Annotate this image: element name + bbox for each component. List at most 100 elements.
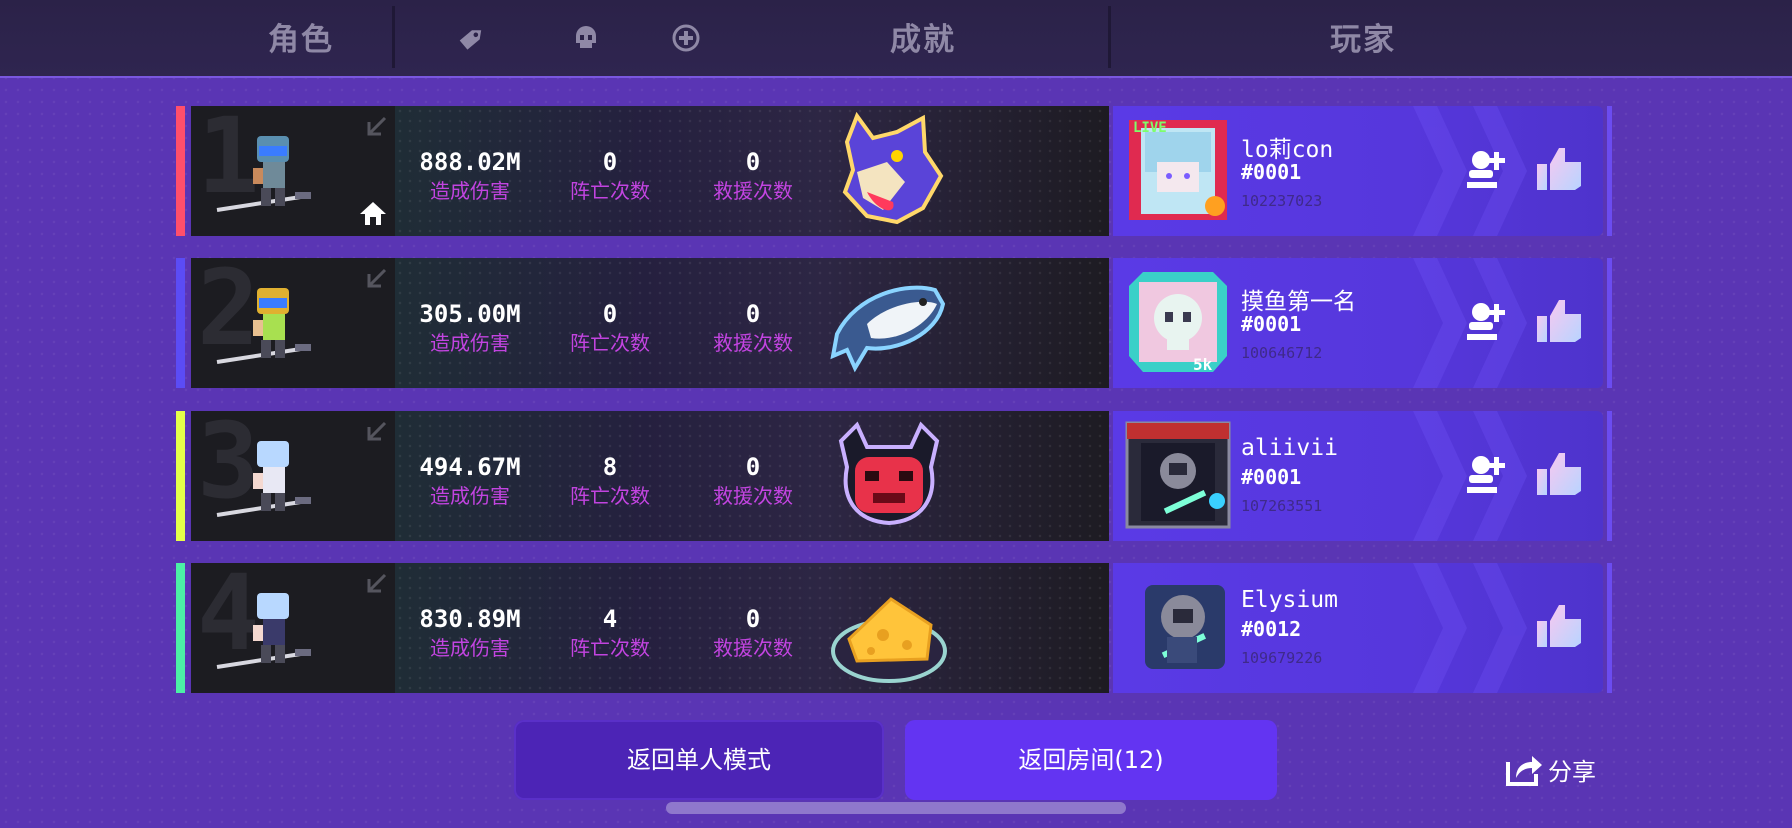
character-sprite <box>216 136 311 212</box>
deaths-stat: 0 阵亡次数 <box>545 300 675 358</box>
back-to-room-button[interactable]: 返回房间(12) <box>905 720 1277 800</box>
deaths-value: 8 <box>602 453 618 481</box>
character-panel[interactable]: 3 <box>191 411 395 541</box>
player-row: 4 830.89M 造成伤害 4 阵亡次数 0 救援次数 Elysium #00… <box>176 563 1614 693</box>
chevron-decoration <box>1473 563 1527 693</box>
player-card[interactable]: LIVE lo莉con #0001 102237023 <box>1113 106 1603 236</box>
wolf-head-icon[interactable] <box>827 112 951 230</box>
header-divider <box>392 6 395 68</box>
header-divider <box>1108 6 1111 68</box>
cheese-icon[interactable] <box>827 569 951 687</box>
deaths-value: 0 <box>602 300 618 328</box>
stats-panel: 305.00M 造成伤害 0 阵亡次数 0 救援次数 <box>395 258 1109 388</box>
like-thumb-icon[interactable] <box>1535 603 1585 649</box>
collapse-arrow-icon[interactable] <box>361 419 389 447</box>
rank-stripe <box>176 258 185 388</box>
tag-icon[interactable] <box>456 22 488 54</box>
deaths-label: 阵亡次数 <box>570 331 650 355</box>
horizontal-scrollbar[interactable] <box>666 802 1126 814</box>
player-name: lo莉con <box>1241 137 1334 163</box>
damage-label: 造成伤害 <box>430 331 510 355</box>
rescues-label: 救援次数 <box>713 179 793 203</box>
collapse-arrow-icon[interactable] <box>361 114 389 142</box>
skull-icon[interactable] <box>570 22 602 54</box>
svg-text:LIVE: LIVE <box>1133 120 1167 136</box>
share-button[interactable]: 分享 <box>1504 746 1634 790</box>
character-sprite <box>216 288 311 364</box>
character-panel[interactable]: 1 <box>191 106 395 236</box>
deaths-value: 0 <box>602 148 618 176</box>
rescues-stat: 0 救援次数 <box>688 148 818 206</box>
player-card[interactable]: 5k 摸鱼第一名 #0001 100646712 <box>1113 258 1603 388</box>
like-thumb-icon[interactable] <box>1535 451 1585 497</box>
header-role-tab[interactable]: 角色 <box>268 14 334 59</box>
player-row: 1 888.02M 造成伤害 0 阵亡次数 0 救援次数 LIVE lo莉con… <box>176 106 1614 236</box>
like-thumb-icon[interactable] <box>1535 146 1585 192</box>
rescues-label: 救援次数 <box>713 484 793 508</box>
rescues-value: 0 <box>745 148 761 176</box>
character-panel[interactable]: 2 <box>191 258 395 388</box>
demon-face-icon[interactable] <box>827 417 951 535</box>
player-tag: #0001 <box>1241 465 1302 489</box>
stats-panel: 494.67M 造成伤害 8 阵亡次数 0 救援次数 <box>395 411 1109 541</box>
row-end-bar <box>1607 106 1612 236</box>
fish-icon[interactable] <box>827 264 951 382</box>
stats-panel: 888.02M 造成伤害 0 阵亡次数 0 救援次数 <box>395 106 1109 236</box>
damage-stat: 830.89M 造成伤害 <box>405 605 535 663</box>
player-card[interactable]: Elysium #0012 109679226 <box>1113 563 1603 693</box>
deaths-label: 阵亡次数 <box>570 636 650 660</box>
player-row: 3 494.67M 造成伤害 8 阵亡次数 0 救援次数 aliivii #00… <box>176 411 1614 541</box>
add-friend-icon[interactable] <box>1463 146 1509 192</box>
header-bar: 角色 成就 玩家 <box>0 0 1792 78</box>
damage-value: 888.02M <box>419 148 521 176</box>
rescues-value: 0 <box>745 300 761 328</box>
share-label: 分享 <box>1548 758 1596 786</box>
deaths-value: 4 <box>602 605 618 633</box>
header-player: 玩家 <box>1330 22 1396 58</box>
add-friend-icon[interactable] <box>1463 451 1509 497</box>
back-to-single-mode-button[interactable]: 返回单人模式 <box>514 720 884 800</box>
chevron-decoration <box>1413 563 1467 693</box>
player-id: 109679226 <box>1241 649 1323 667</box>
deaths-label: 阵亡次数 <box>570 179 650 203</box>
rescues-stat: 0 救援次数 <box>688 605 818 663</box>
rank-stripe <box>176 563 185 693</box>
player-tag: #0001 <box>1241 160 1302 184</box>
damage-value: 305.00M <box>419 300 521 328</box>
damage-value: 830.89M <box>419 605 521 633</box>
damage-value: 494.67M <box>419 453 521 481</box>
character-panel[interactable]: 4 <box>191 563 395 693</box>
deaths-stat: 0 阵亡次数 <box>545 148 675 206</box>
rescues-value: 0 <box>745 605 761 633</box>
like-thumb-icon[interactable] <box>1535 298 1585 344</box>
player-row: 2 305.00M 造成伤害 0 阵亡次数 0 救援次数 5k 摸鱼第一名 #0… <box>176 258 1614 388</box>
collapse-arrow-icon[interactable] <box>361 266 389 294</box>
player-id: 102237023 <box>1241 192 1323 210</box>
damage-stat: 305.00M 造成伤害 <box>405 300 535 358</box>
rescues-value: 0 <box>745 453 761 481</box>
player-name: aliivii <box>1241 435 1338 461</box>
rescues-label: 救援次数 <box>713 331 793 355</box>
damage-stat: 494.67M 造成伤害 <box>405 453 535 511</box>
player-card[interactable]: aliivii #0001 107263551 <box>1113 411 1603 541</box>
plus-circle-icon[interactable] <box>670 22 702 54</box>
player-avatar[interactable]: LIVE <box>1123 114 1233 226</box>
rescues-stat: 0 救援次数 <box>688 453 818 511</box>
home-icon <box>360 202 386 225</box>
player-name: 摸鱼第一名 <box>1241 289 1356 315</box>
damage-label: 造成伤害 <box>430 179 510 203</box>
player-avatar[interactable] <box>1123 571 1233 683</box>
deaths-stat: 4 阵亡次数 <box>545 605 675 663</box>
player-name: Elysium <box>1241 587 1338 613</box>
character-sprite <box>216 441 311 517</box>
player-avatar[interactable]: 5k <box>1123 266 1233 378</box>
player-avatar[interactable] <box>1123 419 1233 531</box>
row-end-bar <box>1607 258 1612 388</box>
collapse-arrow-icon[interactable] <box>361 571 389 599</box>
player-tag: #0012 <box>1241 617 1302 641</box>
rescues-stat: 0 救援次数 <box>688 300 818 358</box>
add-friend-icon[interactable] <box>1463 298 1509 344</box>
header-achievement: 成就 <box>890 22 956 58</box>
deaths-label: 阵亡次数 <box>570 484 650 508</box>
row-end-bar <box>1607 411 1612 541</box>
